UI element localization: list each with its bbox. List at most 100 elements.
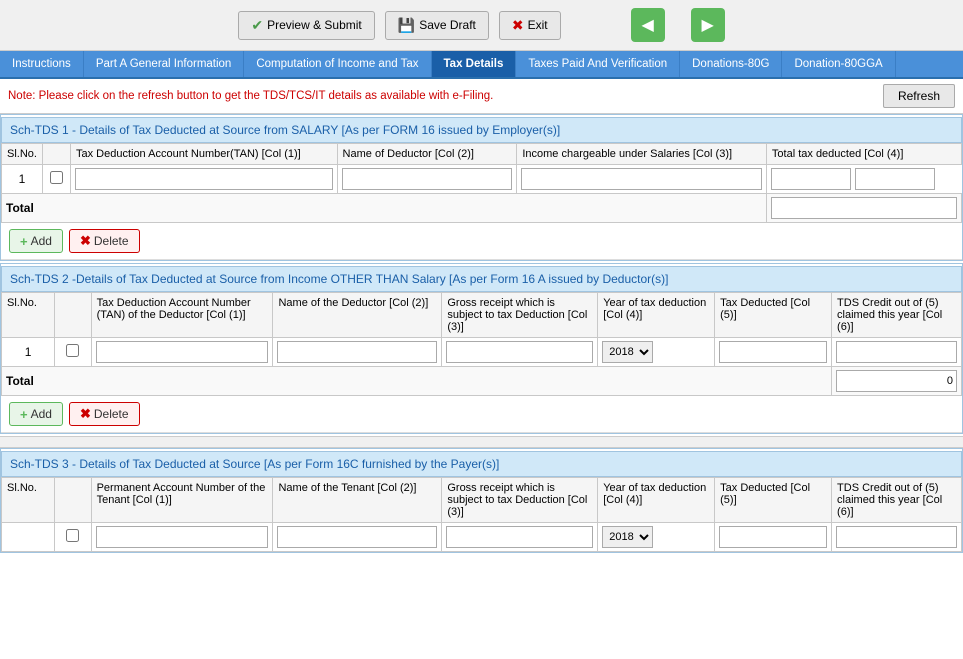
total-input-2[interactable]: [836, 370, 957, 392]
sch-tds2-section: Sch-TDS 2 -Details of Tax Deducted at So…: [0, 263, 963, 434]
row-checkbox-2[interactable]: [66, 344, 79, 357]
col-check-3: [55, 478, 91, 523]
sch-tds2-table: Sl.No. Tax Deduction Account Number (TAN…: [1, 292, 962, 396]
year-cell-2: 2018 2017 2016 2015: [598, 338, 715, 367]
nav-arrows: ◀ ▶: [611, 8, 725, 42]
col-tan-2: Tax Deduction Account Number (TAN) of th…: [91, 293, 273, 338]
slno-cell-2: 1: [2, 338, 55, 367]
col-year-2: Year of tax deduction [Col (4)]: [598, 293, 715, 338]
col-income-1: Income chargeable under Salaries [Col (3…: [517, 144, 767, 165]
tdscredit-input-2[interactable]: [836, 341, 957, 363]
tab-taxes-paid[interactable]: Taxes Paid And Verification: [516, 51, 680, 77]
total-tax-input1[interactable]: [771, 168, 851, 190]
sch-tds1-actions: + Add ✖ Delete: [1, 223, 962, 260]
tdscredit-cell-2: [832, 338, 962, 367]
sch-tds3-table: Sl.No. Permanent Account Number of the T…: [1, 477, 962, 552]
sch-tds3-section: Sch-TDS 3 - Details of Tax Deducted at S…: [0, 448, 963, 553]
total-input[interactable]: [771, 197, 957, 219]
sch-tds3-header: Sch-TDS 3 - Details of Tax Deducted at S…: [1, 451, 962, 477]
col-tdscredit-2: TDS Credit out of (5) claimed this year …: [832, 293, 962, 338]
col-tenant-3: Name of the Tenant [Col (2)]: [273, 478, 442, 523]
note-text: Note: Please click on the refresh button…: [8, 90, 493, 102]
year-select-3[interactable]: 2018 2017: [602, 526, 653, 548]
col-check-1: [42, 144, 70, 165]
tan-input-2[interactable]: [96, 341, 269, 363]
row-checkbox-3[interactable]: [66, 529, 79, 542]
gross-input-2[interactable]: [446, 341, 593, 363]
total-value-cell-2: [832, 367, 962, 396]
tdscredit-input-3[interactable]: [836, 526, 957, 548]
tdscredit-cell-3: [832, 523, 962, 552]
col-deductor-1: Name of Deductor [Col (2)]: [337, 144, 517, 165]
sch-tds3-title: Sch-TDS 3 - Details of Tax Deducted at S…: [10, 457, 499, 471]
tab-bar: Instructions Part A General Information …: [0, 51, 963, 79]
note-bar: Note: Please click on the refresh button…: [0, 79, 963, 114]
tds1-delete-label: Delete: [94, 234, 129, 248]
nav-prev-button[interactable]: ◀: [631, 8, 665, 42]
save-draft-button[interactable]: 💾 Save Draft: [385, 11, 489, 40]
gross-cell-3: [442, 523, 598, 552]
sch-tds1-table: Sl.No. Tax Deduction Account Number(TAN)…: [1, 143, 962, 223]
tab-computation[interactable]: Computation of Income and Tax: [244, 51, 431, 77]
tenant-cell-3: [273, 523, 442, 552]
taxded-cell-2: [715, 338, 832, 367]
nav-next-button[interactable]: ▶: [691, 8, 725, 42]
table-row: 1 2018 2017 2016 2015: [2, 338, 962, 367]
tds1-add-label: Add: [31, 234, 52, 248]
tds1-delete-button[interactable]: ✖ Delete: [69, 229, 140, 253]
tds2-delete-button[interactable]: ✖ Delete: [69, 402, 140, 426]
tds1-add-button[interactable]: + Add: [9, 229, 63, 253]
total-label-cell-2: Total: [2, 367, 832, 396]
plus-icon: +: [20, 234, 28, 249]
exit-button[interactable]: ✖ Exit: [499, 11, 561, 40]
tds2-add-button[interactable]: + Add: [9, 402, 63, 426]
deductor-cell-2: [273, 338, 442, 367]
tab-instructions[interactable]: Instructions: [0, 51, 84, 77]
col-total-tax-1: Total tax deducted [Col (4)]: [766, 144, 961, 165]
deductor-input-2[interactable]: [277, 341, 437, 363]
refresh-button[interactable]: Refresh: [883, 84, 955, 108]
checkbox-cell-2: [55, 338, 91, 367]
col-deductor-2: Name of the Deductor [Col (2)]: [273, 293, 442, 338]
taxded-input-2[interactable]: [719, 341, 827, 363]
income-input[interactable]: [521, 168, 762, 190]
check-icon: ✔: [251, 17, 263, 34]
row-checkbox[interactable]: [50, 171, 63, 184]
deductor-input[interactable]: [342, 168, 513, 190]
tds2-add-label: Add: [31, 407, 52, 421]
table-row: 1: [2, 165, 962, 194]
total-tax-input2[interactable]: [855, 168, 935, 190]
tds2-delete-label: Delete: [94, 407, 129, 421]
col-tan-1: Tax Deduction Account Number(TAN) [Col (…: [70, 144, 337, 165]
horizontal-scrollbar[interactable]: [0, 436, 963, 448]
exit-label: Exit: [528, 18, 548, 32]
plus-icon-2: +: [20, 407, 28, 422]
x-icon-2: ✖: [80, 406, 91, 422]
pan-input-3[interactable]: [96, 526, 269, 548]
col-check-2: [55, 293, 91, 338]
taxded-input-3[interactable]: [719, 526, 827, 548]
col-pan-3: Permanent Account Number of the Tenant […: [91, 478, 273, 523]
tab-part-a[interactable]: Part A General Information: [84, 51, 245, 77]
tan-input[interactable]: [75, 168, 333, 190]
tab-tax-details[interactable]: Tax Details: [432, 51, 517, 77]
toolbar: ✔ Preview & Submit 💾 Save Draft ✖ Exit ◀…: [0, 0, 963, 51]
col-gross-3: Gross receipt which is subject to tax De…: [442, 478, 598, 523]
tenant-input-3[interactable]: [277, 526, 437, 548]
total-row: Total: [2, 194, 962, 223]
total-tax-cell: [767, 165, 962, 193]
year-cell-3: 2018 2017: [598, 523, 715, 552]
preview-submit-button[interactable]: ✔ Preview & Submit: [238, 11, 374, 40]
save-icon: 💾: [398, 17, 415, 34]
slno-cell: 1: [2, 165, 43, 194]
sch-tds2-header: Sch-TDS 2 -Details of Tax Deducted at So…: [1, 266, 962, 292]
gross-cell-2: [442, 338, 598, 367]
gross-input-3[interactable]: [446, 526, 593, 548]
col-taxded-3: Tax Deducted [Col (5)]: [715, 478, 832, 523]
sch-tds1-title: Sch-TDS 1 - Details of Tax Deducted at S…: [10, 123, 560, 137]
tab-donations-80g[interactable]: Donations-80G: [680, 51, 782, 77]
tan-cell-2: [91, 338, 273, 367]
total-value-cell: [766, 194, 961, 223]
tab-donation-80gga[interactable]: Donation-80GGA: [782, 51, 895, 77]
year-select-2[interactable]: 2018 2017 2016 2015: [602, 341, 653, 363]
